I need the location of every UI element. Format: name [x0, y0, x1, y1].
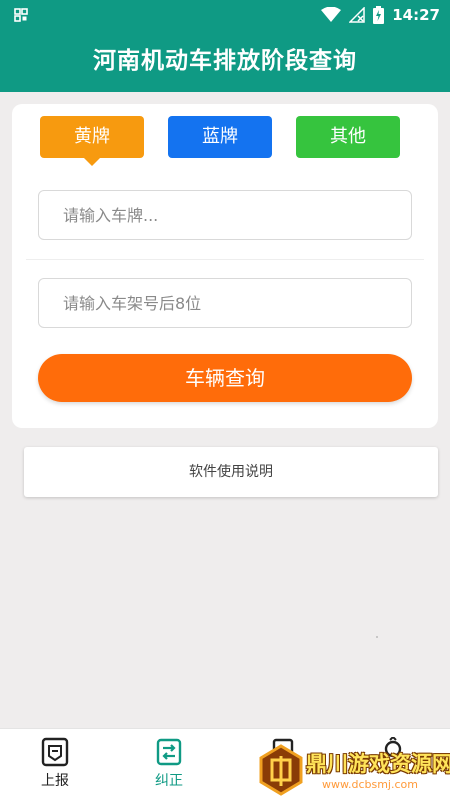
grid-icon [14, 8, 28, 22]
wifi-icon [321, 7, 342, 22]
page-title: 河南机动车排放阶段查询 [0, 30, 450, 92]
watermark: 鼎川游戏资源网 www.dcbsmj.com [250, 742, 450, 800]
plate-tab-blue[interactable]: 蓝牌 [168, 116, 272, 158]
artifact-dot [376, 636, 378, 638]
nav-item-correct[interactable]: 纠正 [134, 737, 204, 797]
report-icon [41, 737, 69, 767]
selected-tab-indicator [84, 158, 100, 166]
nav-label-report: 上报 [41, 773, 69, 789]
status-bar: 14:27 [0, 0, 450, 30]
query-card: 黄牌 蓝牌 其他 车辆查询 [12, 104, 438, 428]
divider [26, 259, 424, 260]
battery-charging-icon [373, 6, 385, 24]
watermark-logo-icon [259, 744, 303, 796]
nav-label-correct: 纠正 [155, 773, 183, 789]
plate-tab-yellow[interactable]: 黄牌 [40, 116, 144, 158]
vehicle-query-button[interactable]: 车辆查询 [38, 354, 412, 402]
plate-number-input[interactable] [38, 190, 412, 240]
nav-item-report[interactable]: 上报 [20, 737, 90, 797]
status-time: 14:27 [392, 6, 440, 24]
user-manual-button[interactable]: 软件使用说明 [24, 447, 438, 497]
watermark-url: www.dcbsmj.com [322, 778, 418, 791]
no-signal-icon [349, 7, 365, 23]
vin-input[interactable] [38, 278, 412, 328]
plate-tab-other[interactable]: 其他 [296, 116, 400, 158]
watermark-title: 鼎川游戏资源网 [306, 752, 450, 776]
correct-icon [156, 738, 182, 766]
